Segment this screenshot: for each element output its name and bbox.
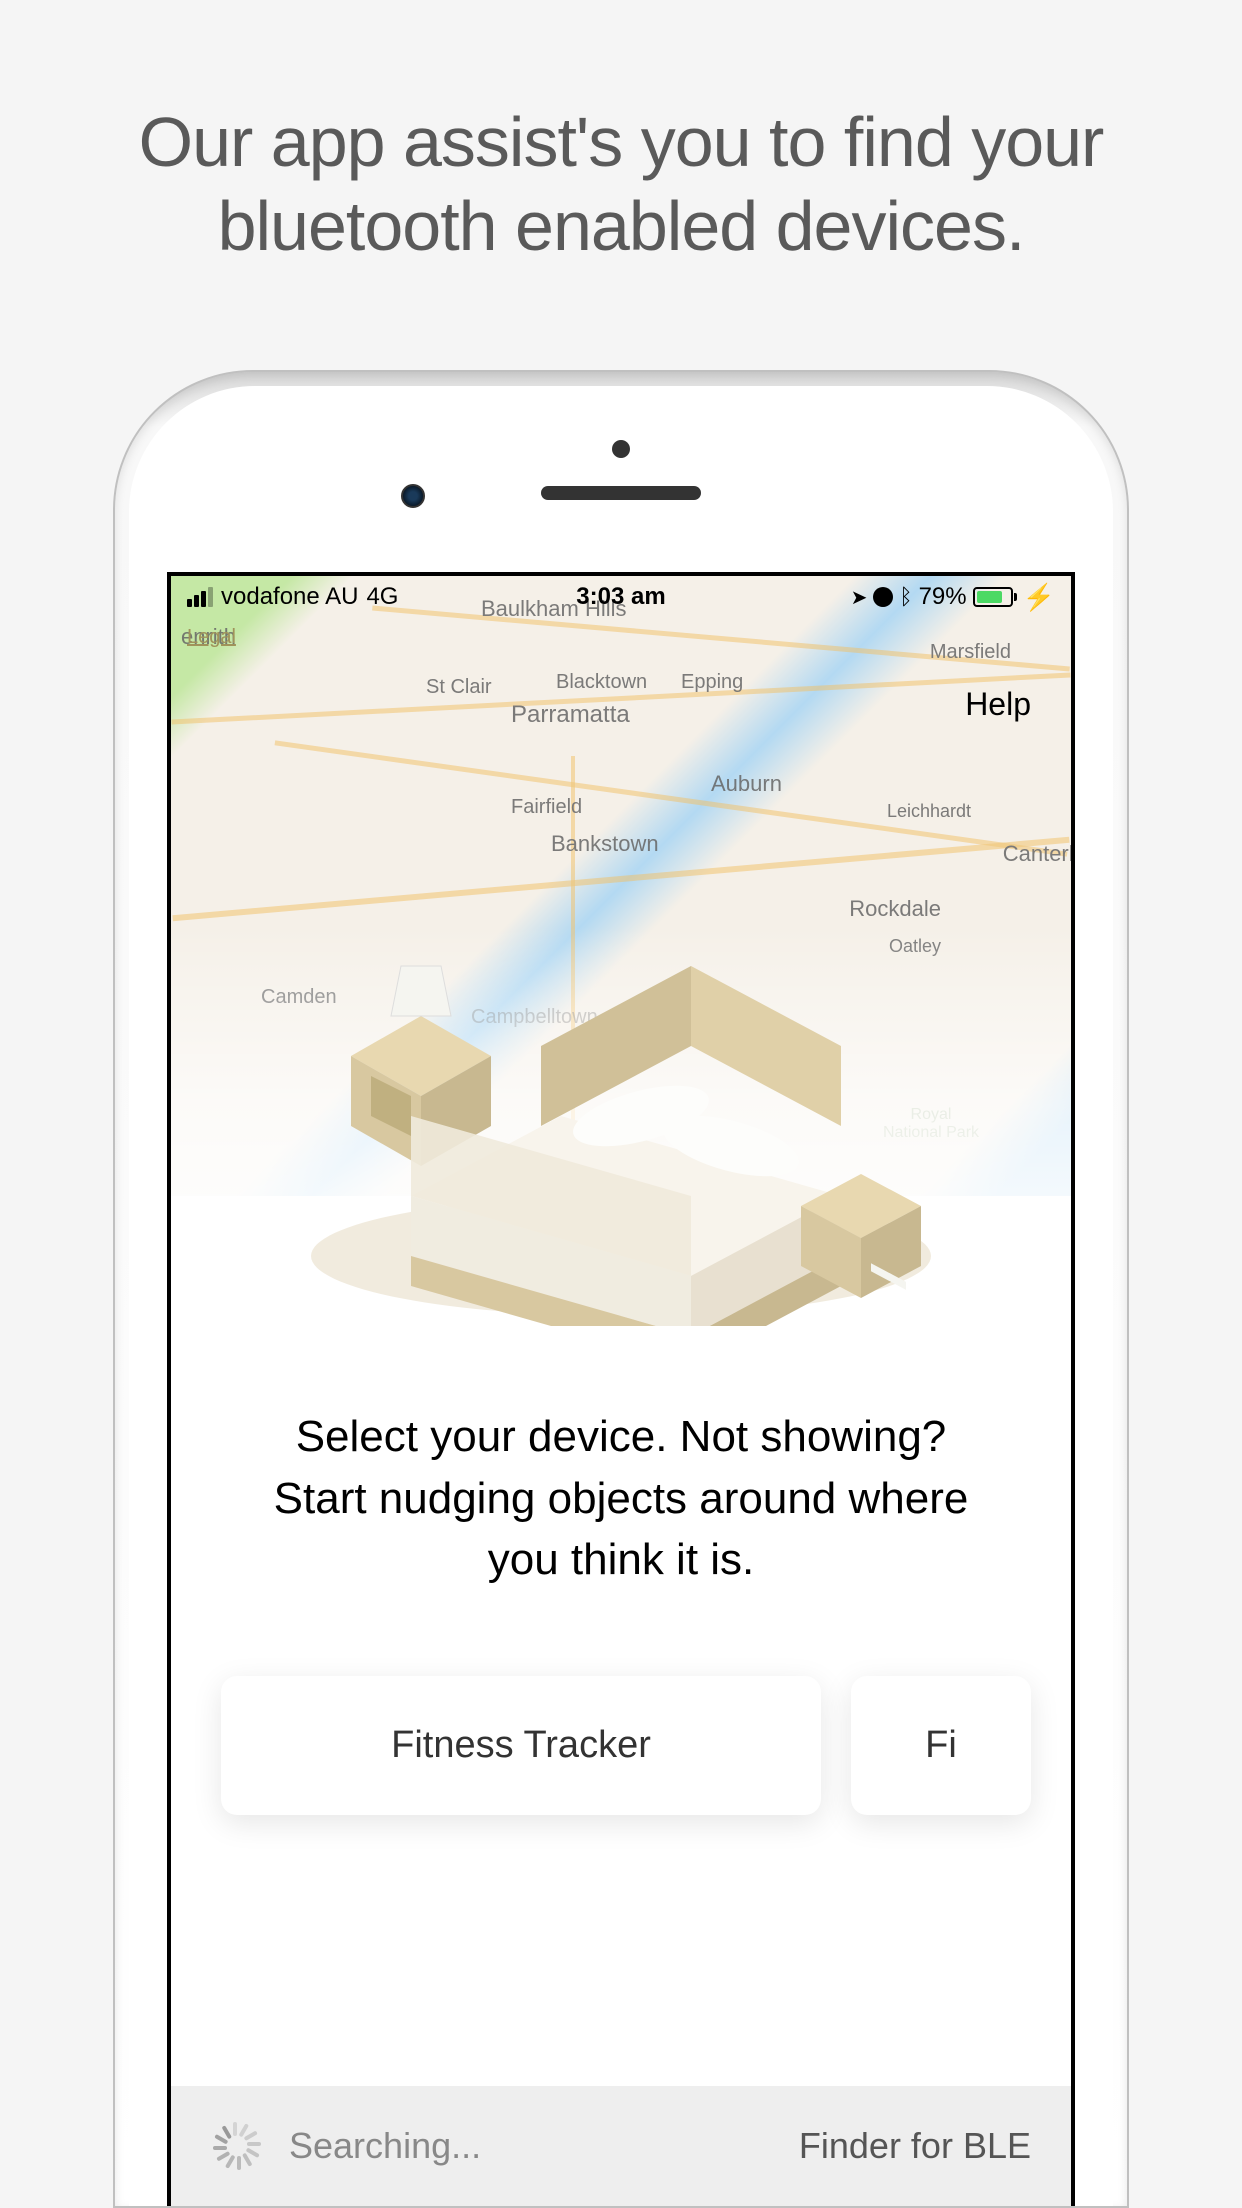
clock: 3:03 am — [576, 583, 665, 611]
phone-earpiece — [541, 486, 701, 500]
device-card[interactable]: Fitness Tracker — [221, 1676, 821, 1815]
status-bar: vodafone AU 4G 3:03 am ➤ ᛒ 79% ⚡ — [171, 576, 1071, 618]
location-icon: ➤ — [851, 585, 868, 610]
map-city-label: Auburn — [711, 771, 782, 797]
map-city-label: Bankstown — [551, 831, 659, 857]
searching-status: Searching... — [211, 2122, 481, 2170]
map-city-label: Marsfield — [930, 641, 1011, 664]
device-list: Fitness Tracker Fi — [221, 1676, 1071, 1815]
phone-camera — [401, 484, 425, 508]
status-right: ➤ ᛒ 79% ⚡ — [851, 582, 1055, 613]
app-name-label: Finder for BLE — [799, 2125, 1031, 2167]
battery-percent: 79% — [919, 583, 967, 611]
signal-icon — [187, 587, 213, 607]
map-city-label: Canterb — [1003, 841, 1071, 867]
map-city-label: Epping — [681, 671, 743, 694]
map-city-label: Blacktown — [556, 671, 647, 694]
charging-icon: ⚡ — [1023, 582, 1055, 613]
carrier-label: vodafone AU — [221, 583, 358, 611]
bluetooth-icon: ᛒ — [899, 584, 912, 610]
phone-body: enrith Baulkham Hills St Clair Blacktown… — [113, 370, 1129, 2208]
battery-icon — [973, 587, 1017, 607]
map-city-label: Parramatta — [511, 701, 630, 729]
map-city-label: Leichhardt — [887, 801, 971, 822]
alarm-icon — [873, 587, 893, 607]
map-city-label: St Clair — [426, 676, 492, 699]
spinner-icon — [211, 2122, 259, 2170]
network-label: 4G — [366, 583, 398, 611]
bottom-bar: Searching... Finder for BLE — [171, 2086, 1071, 2206]
device-card[interactable]: Fi — [851, 1676, 1031, 1815]
phone-inner-frame: enrith Baulkham Hills St Clair Blacktown… — [129, 386, 1113, 2206]
map-city-label: Fairfield — [511, 796, 582, 819]
legal-link[interactable]: Legal — [187, 626, 236, 649]
phone-mockup: enrith Baulkham Hills St Clair Blacktown… — [113, 370, 1129, 2208]
help-button[interactable]: Help — [965, 686, 1031, 723]
phone-sensor — [612, 440, 630, 458]
searching-label: Searching... — [289, 2125, 481, 2167]
status-left: vodafone AU 4G — [187, 583, 398, 611]
phone-screen: enrith Baulkham Hills St Clair Blacktown… — [167, 572, 1075, 2206]
instruction-text: Select your device. Not showing? Start n… — [251, 1406, 991, 1591]
bedroom-illustration — [271, 876, 971, 1326]
promo-headline: Our app assist's you to find your blueto… — [0, 0, 1242, 268]
